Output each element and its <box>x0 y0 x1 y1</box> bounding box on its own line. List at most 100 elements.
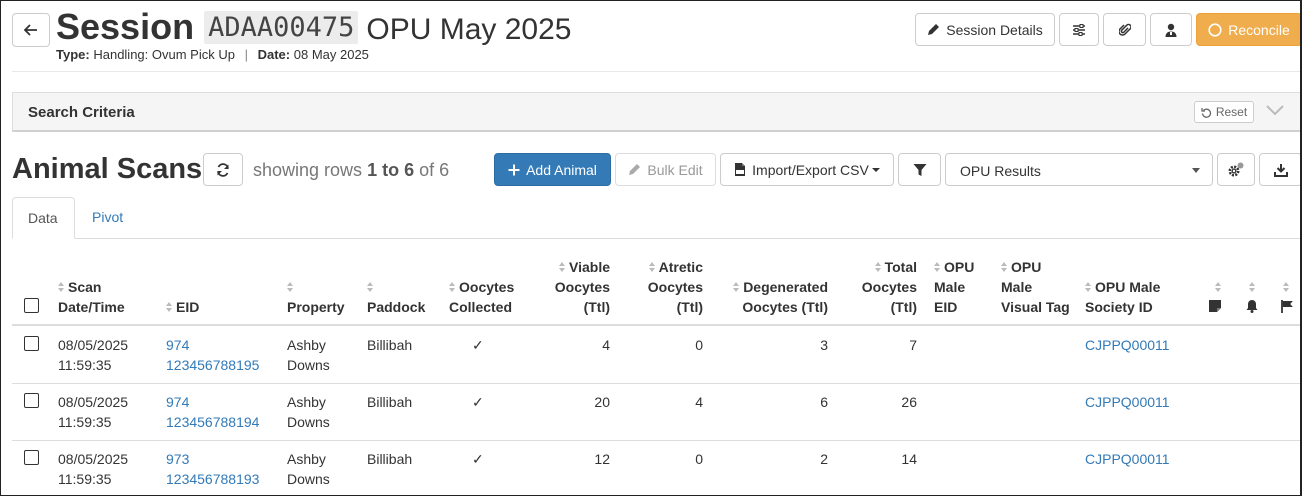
rows-range: 1 to 6 <box>367 160 415 180</box>
row-property: Ashby Downs <box>287 335 330 375</box>
import-export-csv-button[interactable]: Import/Export CSV <box>720 153 894 186</box>
col-label: Oocytes <box>554 279 610 295</box>
col-label: Male <box>1001 279 1033 295</box>
flag-icon[interactable] <box>1281 300 1295 313</box>
col-property[interactable]: Property <box>287 277 345 317</box>
filter-icon <box>913 163 926 176</box>
download-icon <box>1273 163 1288 177</box>
row-divider <box>12 440 1300 441</box>
session-details-label: Session Details <box>946 21 1043 38</box>
back-button[interactable] <box>12 13 50 47</box>
col-oocytes-collected[interactable]: Oocytes Collected <box>449 277 514 317</box>
note-icon[interactable] <box>1209 300 1221 312</box>
col-atretic-oocytes[interactable]: Atretic Oocytes (Ttl) <box>648 257 703 317</box>
session-details-button[interactable]: Session Details <box>915 13 1055 46</box>
col-total-oocytes[interactable]: Total Oocytes (Ttl) <box>862 257 917 317</box>
row-checkbox[interactable] <box>24 393 39 408</box>
collected-check-icon: ✓ <box>472 394 484 410</box>
select-caret-icon <box>1192 168 1200 173</box>
reconcile-button[interactable]: Reconcile <box>1196 13 1300 46</box>
csv-file-icon <box>735 163 746 176</box>
chevron-down-icon[interactable] <box>1265 104 1285 116</box>
col-label: Scan <box>68 279 102 295</box>
row-society-id-link[interactable]: CJPPQ00011 <box>1085 449 1170 469</box>
search-criteria-panel[interactable]: Search Criteria Reset <box>12 92 1300 132</box>
meta-separator: | <box>244 47 248 62</box>
reset-label: Reset <box>1215 105 1248 119</box>
row-total: 26 <box>901 394 917 410</box>
circle-icon <box>1208 22 1222 37</box>
collected-check-icon: ✓ <box>472 337 484 353</box>
scan-date: 08/05/2025 <box>58 451 129 467</box>
row-paddock: Billibah <box>367 451 413 467</box>
attachments-button[interactable] <box>1103 13 1146 46</box>
row-viable: 4 <box>602 337 610 353</box>
property-part: Downs <box>287 357 330 373</box>
scan-date: 08/05/2025 <box>58 337 129 353</box>
sort-icon[interactable] <box>1283 282 1290 293</box>
col-eid[interactable]: EID <box>166 297 199 317</box>
rows-info: showing rows 1 to 6 of 6 <box>253 160 449 181</box>
col-label: Collected <box>449 299 513 315</box>
sort-icon <box>166 302 173 313</box>
sort-icon[interactable] <box>1249 282 1256 293</box>
col-scan-datetime[interactable]: Scan Date/Time <box>58 277 125 317</box>
view-select[interactable]: OPU Results <box>945 153 1213 186</box>
refresh-button[interactable] <box>203 153 243 186</box>
col-label: Oocytes <box>647 279 703 295</box>
sort-icon <box>934 262 941 273</box>
property-part: Ashby <box>287 451 326 467</box>
caret-down-icon <box>871 167 880 172</box>
row-society-id-link[interactable]: CJPPQ00011 <box>1085 392 1170 412</box>
sort-icon <box>287 282 294 293</box>
tab-data[interactable]: Data <box>12 197 75 239</box>
col-opu-male-eid[interactable]: OPU Male EID <box>934 257 974 317</box>
collected-check-icon: ✓ <box>472 451 484 467</box>
add-animal-button[interactable]: Add Animal <box>494 153 611 186</box>
col-opu-male-society-id[interactable]: OPU Male Society ID <box>1085 277 1160 317</box>
col-paddock[interactable]: Paddock <box>367 277 425 317</box>
settings-sliders-button[interactable] <box>1059 13 1099 46</box>
col-label: Property <box>287 299 345 315</box>
col-label: Degenerated <box>743 279 828 295</box>
plus-icon <box>508 164 520 175</box>
user-button[interactable] <box>1150 13 1192 46</box>
bulk-edit-button[interactable]: Bulk Edit <box>615 153 716 186</box>
page-title: Session ADAA00475 OPU May 2025 <box>56 6 571 48</box>
row-checkbox[interactable] <box>24 336 39 351</box>
col-label: (Ttl) <box>890 299 917 315</box>
reset-button[interactable]: Reset <box>1194 101 1254 123</box>
filter-button[interactable] <box>898 153 941 186</box>
row-atretic: 0 <box>695 451 703 467</box>
download-button[interactable] <box>1259 153 1300 186</box>
col-label: Viable <box>569 259 610 275</box>
bell-icon[interactable] <box>1245 299 1259 313</box>
pencil-icon <box>629 164 641 175</box>
eid-part: 974 <box>166 394 190 410</box>
col-label: Oocytes <box>861 279 917 295</box>
tab-pivot[interactable]: Pivot <box>77 197 138 239</box>
col-label: EID <box>934 299 958 315</box>
row-eid-link[interactable]: 974 123456788194 <box>166 392 259 432</box>
bulk-edit-label: Bulk Edit <box>647 161 703 178</box>
select-all-checkbox[interactable] <box>24 298 39 313</box>
sort-icon[interactable] <box>1215 282 1222 293</box>
row-checkbox[interactable] <box>24 450 39 465</box>
col-opu-male-visual-tag[interactable]: OPU Male Visual Tag <box>1001 257 1070 317</box>
row-eid-link[interactable]: 974 123456788195 <box>166 335 259 375</box>
col-viable-oocytes[interactable]: Viable Oocytes (Ttl) <box>555 257 610 317</box>
scan-time: 11:59:35 <box>58 471 112 487</box>
reconcile-label: Reconcile <box>1228 21 1290 38</box>
row-eid-link[interactable]: 973 123456788193 <box>166 449 259 489</box>
col-label: Oocytes (Ttl) <box>742 299 828 315</box>
row-degenerated: 2 <box>820 451 828 467</box>
column-settings-button[interactable] <box>1217 153 1255 186</box>
sort-icon <box>449 282 456 293</box>
col-degenerated-oocytes[interactable]: Degenerated Oocytes (Ttl) <box>733 277 828 317</box>
col-label: Total <box>884 259 917 275</box>
eid-part: 123456788195 <box>166 357 260 373</box>
row-society-id-link[interactable]: CJPPQ00011 <box>1085 335 1170 355</box>
row-atretic: 4 <box>695 394 703 410</box>
scan-time: 11:59:35 <box>58 357 112 373</box>
row-scan-datetime: 08/05/2025 11:59:35 <box>58 335 128 375</box>
